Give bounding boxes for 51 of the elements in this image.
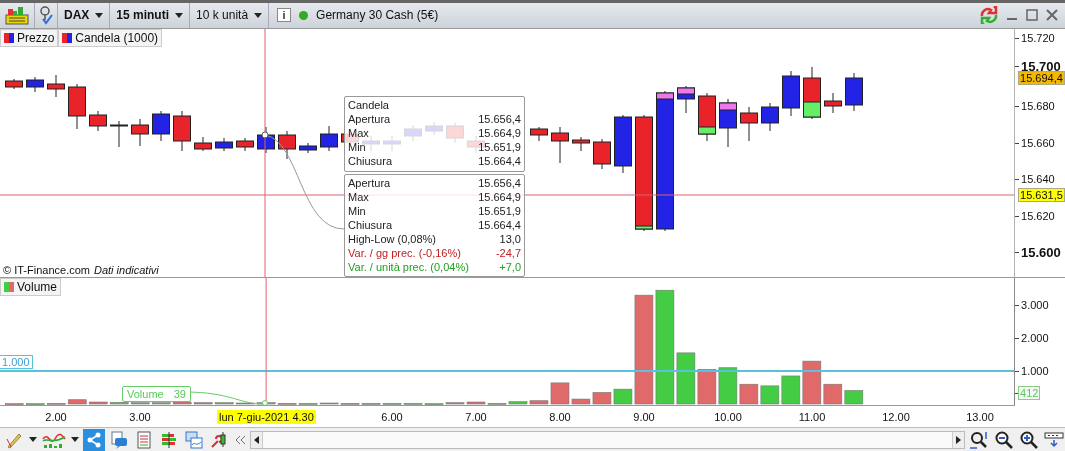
time-label: 8.00 <box>549 411 571 424</box>
price-label: 15.640 <box>1021 172 1055 185</box>
tooltip-value: 13,0 <box>499 231 521 246</box>
time-label: 11.00 <box>798 411 826 424</box>
price-marker: 15.631,5 <box>1018 187 1065 202</box>
volume-marker: 412 <box>1018 386 1041 401</box>
tooltip-value: 15.651,9 <box>478 139 521 154</box>
price-marker: 15.694,4 <box>1018 70 1065 85</box>
price-label: 15.620 <box>1021 209 1055 222</box>
tooltip-label: Min <box>348 139 366 154</box>
tooltip-value: 15.664,9 <box>478 189 521 204</box>
tooltip-value: +7,0 <box>499 259 521 274</box>
tooltip-label: Apertura <box>348 111 391 126</box>
time-label: 6.00 <box>381 411 403 424</box>
time-label: 9.00 <box>633 411 655 424</box>
tooltip-label: Max <box>348 125 369 140</box>
tooltip-label: Apertura <box>348 175 391 190</box>
cursor-date-label: lun 7-giu-2021 4.30 <box>217 410 316 425</box>
tooltip-value: -24,7 <box>495 245 521 260</box>
tooltip-value: 15.664,4 <box>478 217 521 232</box>
volume-label: 2.000 <box>1021 332 1049 345</box>
price-label: 15.720 <box>1021 31 1055 44</box>
market-name: Germany 30 Cash (5€) <box>316 8 439 23</box>
volume-tooltip: Volume 39 <box>122 386 191 403</box>
price-label: 15.600 <box>1021 244 1061 260</box>
time-label: 2.00 <box>45 411 67 424</box>
volume-label: 1.000 <box>1021 365 1049 378</box>
disclaimer-text: Dati indicativi <box>93 264 159 277</box>
volume-label: 3.000 <box>1021 299 1049 312</box>
tooltip-label: Chiusura <box>348 153 393 168</box>
time-label: 7.00 <box>465 411 487 424</box>
time-label: 10.00 <box>714 411 742 424</box>
time-label: 3.00 <box>129 411 151 424</box>
time-label: 13.00 <box>966 411 994 424</box>
tooltip-title: Candela <box>348 97 389 112</box>
time-label: 12.00 <box>882 411 910 424</box>
threshold-label: 1.000 <box>0 355 33 370</box>
tooltip-label: Var. / unità prec. (0,04%) <box>348 259 469 274</box>
tooltip-label: Chiusura <box>348 217 393 232</box>
tooltip-value: 15.656,4 <box>478 111 521 126</box>
copyright-text: © IT-Finance.com <box>3 264 90 277</box>
tooltip-label: High-Low (0,08%) <box>348 231 437 246</box>
tooltip-value: 15.656,4 <box>478 175 521 190</box>
tooltip-label: Max <box>348 189 369 204</box>
price-label: 15.660 <box>1021 136 1055 149</box>
tooltip-value: 15.651,9 <box>478 203 521 218</box>
tooltip-label: Var. / gg prec. (-0,16%) <box>348 245 461 260</box>
tooltip-value: 15.664,9 <box>478 125 521 140</box>
tooltip-label: Min <box>348 203 366 218</box>
price-label: 15.680 <box>1021 99 1055 112</box>
tooltip-value: 15.664,4 <box>478 153 521 168</box>
